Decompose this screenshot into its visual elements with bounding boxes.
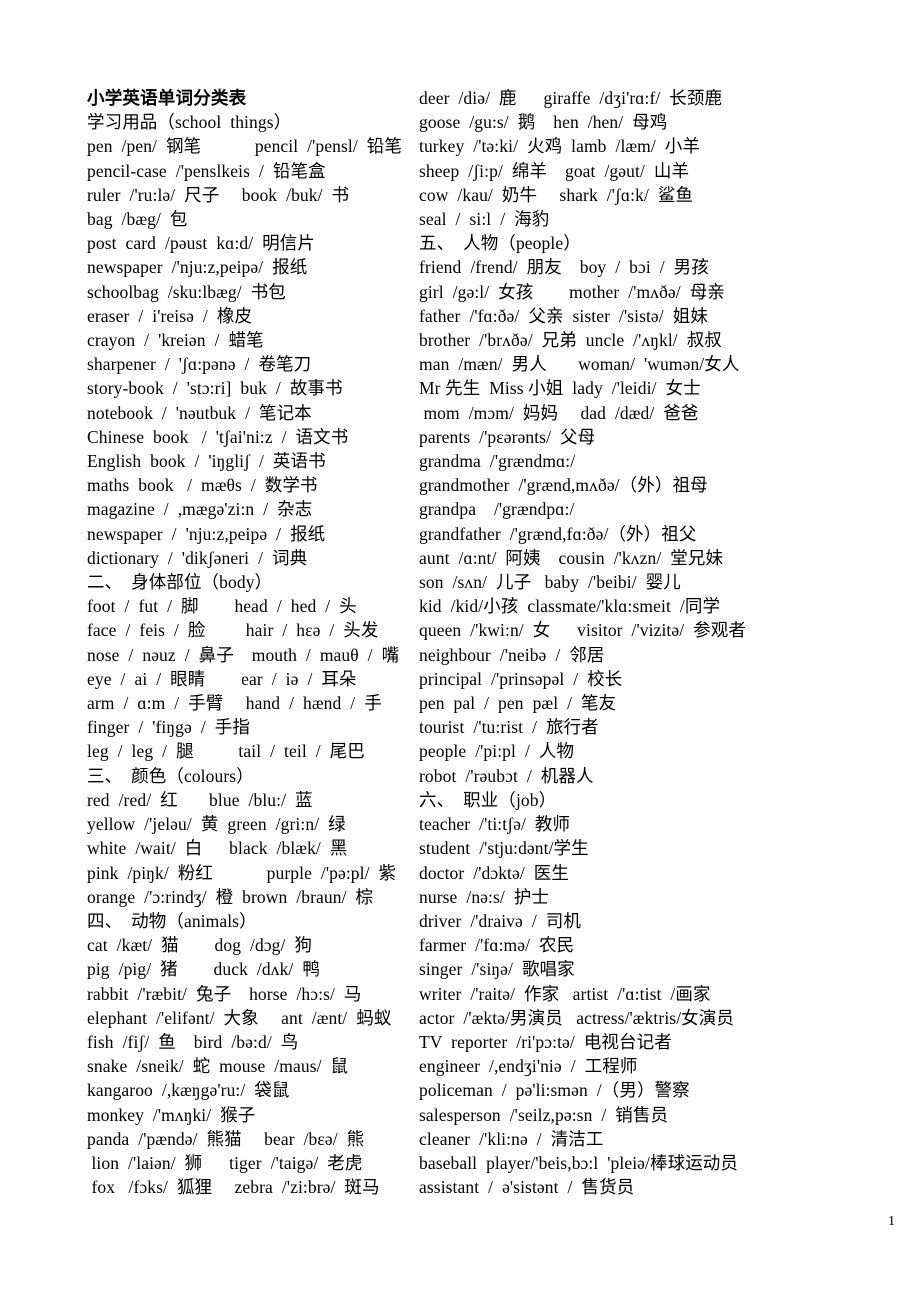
vocab-line: white /wait/ 白 black /blæk/ 黑 <box>87 838 348 859</box>
vocab-line: eraser / i'reisə / 橡皮 <box>87 305 253 326</box>
vocab-line: people /'pi:pl / 人物 <box>419 741 575 762</box>
vocab-line: elephant /'elifənt/ 大象 ant /ænt/ 蚂蚁 <box>87 1007 392 1028</box>
vocab-line: student /'stju:dənt/学生 <box>419 838 589 859</box>
vocab-line: dictionary / 'dikʃəneri / 词典 <box>87 547 308 568</box>
vocab-line: panda /'pændə/ 熊猫 bear /bɛə/ 熊 <box>87 1128 365 1149</box>
vocab-line: rabbit /'ræbit/ 兔子 horse /hɔ:s/ 马 <box>87 983 362 1004</box>
vocab-line: crayon / 'kreiən / 蜡笔 <box>87 330 264 351</box>
vocab-line: nose / nəuz / 鼻子 mouth / mauθ / 嘴 <box>87 644 400 665</box>
section-heading-people: 五、 人物（people） <box>419 233 581 254</box>
right-column: deer /diə/ 鹿 giraffe /dʒi'rɑ:f/ 长颈鹿 goos… <box>410 86 920 1199</box>
vocab-line: grandma /'grændmɑ:/ <box>419 451 576 472</box>
vocab-line: policeman / pə'li:smən /（男）警察 <box>419 1080 690 1101</box>
vocab-line: newspaper / 'nju:z,peipə / 报纸 <box>87 523 326 544</box>
vocab-line: bag /bæg/ 包 <box>87 209 188 230</box>
vocab-line: kid /kid/小孩 classmate/'klɑ:smeit /同学 <box>419 596 721 617</box>
vocab-line: parents /'pɛərənts/ 父母 <box>419 426 596 447</box>
vocab-line: pink /piŋk/ 粉红 purple /'pə:pl/ 紫 <box>87 862 397 883</box>
vocab-line: story-book / 'stɔ:ri] buk / 故事书 <box>87 378 343 399</box>
vocab-line: writer /'raitə/ 作家 artist /'ɑ:tist /画家 <box>419 983 711 1004</box>
section-heading-colours: 三、 颜色（colours） <box>87 765 254 786</box>
vocab-line: principal /'prinsəpəl / 校长 <box>419 668 623 689</box>
page-title: 小学英语单词分类表 <box>87 88 247 108</box>
vocab-line: turkey /'tə:ki/ 火鸡 lamb /læm/ 小羊 <box>419 136 700 157</box>
vocab-line: goose /gu:s/ 鹅 hen /hen/ 母鸡 <box>419 112 668 133</box>
document-body: 小学英语单词分类表 学习用品（school things） pen /pen/ … <box>0 86 920 1199</box>
vocab-line: Mr 先生 Miss 小姐 lady /'leidi/ 女士 <box>419 378 701 399</box>
vocab-line: face / feis / 脸 hair / hɛə / 头发 <box>87 620 379 641</box>
vocab-line: engineer /,endʒi'niə / 工程师 <box>419 1056 638 1077</box>
vocab-line: cow /kau/ 奶牛 shark /'ʃɑ:k/ 鲨鱼 <box>419 184 694 205</box>
vocab-line: grandpa /'grændpɑ:/ <box>419 499 575 520</box>
vocab-line: arm / ɑ:m / 手臂 hand / hænd / 手 <box>87 693 382 714</box>
left-column: 小学英语单词分类表 学习用品（school things） pen /pen/ … <box>0 86 410 1199</box>
vocab-line: assistant / ə'sistənt / 售货员 <box>419 1177 635 1198</box>
vocab-line: singer /'siŋə/ 歌唱家 <box>419 959 575 980</box>
vocab-line: friend /frend/ 朋友 boy / bɔi / 男孩 <box>419 257 709 278</box>
vocab-line: kangaroo /,kæŋgə'ru:/ 袋鼠 <box>87 1080 290 1101</box>
vocab-line: English book / 'iŋgliʃ / 英语书 <box>87 451 326 472</box>
vocab-line: pencil-case /'penslkeis / 铅笔盒 <box>87 160 326 181</box>
vocab-line: eye / ai / 眼睛 ear / iə / 耳朵 <box>87 668 357 689</box>
vocab-line: teacher /'ti:tʃə/ 教师 <box>419 814 571 835</box>
vocab-line: post card /pəust kɑ:d/ 明信片 <box>87 233 315 254</box>
vocab-line: snake /sneik/ 蛇 mouse /maus/ 鼠 <box>87 1056 349 1077</box>
vocab-line: sheep /ʃi:p/ 绵羊 goat /gəut/ 山羊 <box>419 160 690 181</box>
vocab-line: mom /mɔm/ 妈妈 dad /dæd/ 爸爸 <box>419 402 699 423</box>
vocab-line: pen /pen/ 钢笔 pencil /'pensl/ 铅笔 <box>87 136 402 157</box>
vocab-line: red /red/ 红 blue /blu:/ 蓝 <box>87 789 313 810</box>
section-heading-body: 二、 身体部位（body） <box>87 572 273 593</box>
vocab-line: cat /kæt/ 猫 dog /dɔg/ 狗 <box>87 935 313 956</box>
vocab-line: doctor /'dɔktə/ 医生 <box>419 862 569 883</box>
vocab-line: tourist /'tu:rist / 旅行者 <box>419 717 599 738</box>
vocab-line: grandmother /'grænd,mʌðə/（外）祖母 <box>419 475 708 496</box>
section-heading-job: 六、 职业（job） <box>419 789 557 810</box>
vocab-line: deer /diə/ 鹿 giraffe /dʒi'rɑ:f/ 长颈鹿 <box>419 88 723 108</box>
vocab-line: grandfather /'grænd,fɑ:ðə/（外）祖父 <box>419 523 697 544</box>
vocab-line: yellow /'jeləu/ 黄 green /gri:n/ 绿 <box>87 814 346 835</box>
vocab-line: leg / leg / 腿 tail / teil / 尾巴 <box>87 741 365 762</box>
vocab-line: son /sʌn/ 儿子 baby /'beibi/ 婴儿 <box>419 572 681 593</box>
vocab-line: finger / 'fiŋgə / 手指 <box>87 717 250 738</box>
section-heading-animals: 四、 动物（animals） <box>87 910 257 931</box>
vocab-line: actor /'æktə/男演员 actress/'æktris/女演员 <box>419 1007 734 1028</box>
page-number: 1 <box>888 1214 895 1229</box>
vocab-line: nurse /nə:s/ 护士 <box>419 886 550 907</box>
vocab-line: 学习用品（school things） <box>87 112 292 133</box>
vocab-line: aunt /ɑ:nt/ 阿姨 cousin /'kʌzn/ 堂兄妹 <box>419 547 724 568</box>
vocab-line: pen pal / pen pæl / 笔友 <box>419 693 617 714</box>
vocab-line: fox /fɔks/ 狐狸 zebra /'zi:brə/ 斑马 <box>87 1177 380 1198</box>
vocab-line: TV reporter /ri'pɔ:tə/ 电视台记者 <box>419 1031 672 1052</box>
vocab-line: man /mæn/ 男人 woman/ 'wumən/女人 <box>419 354 740 375</box>
vocab-line: magazine / ,mægə'zi:n / 杂志 <box>87 499 313 520</box>
vocab-line: neighbour /'neibə / 邻居 <box>419 644 605 665</box>
vocab-line: fish /fiʃ/ 鱼 bird /bə:d/ 鸟 <box>87 1031 299 1052</box>
vocab-line: Chinese book / 'tʃai'ni:z / 语文书 <box>87 426 349 447</box>
vocab-line: pig /pig/ 猪 duck /dʌk/ 鸭 <box>87 959 320 980</box>
vocab-line: orange /'ɔ:rindʒ/ 橙 brown /braun/ 棕 <box>87 886 374 907</box>
vocab-line: salesperson /'seilz,pə:sn / 销售员 <box>419 1104 669 1125</box>
vocab-line: newspaper /'nju:z,peipə/ 报纸 <box>87 257 308 278</box>
vocab-line: girl /gə:l/ 女孩 mother /'mʌðə/ 母亲 <box>419 281 725 302</box>
vocab-line: schoolbag /sku:lbæg/ 书包 <box>87 281 286 302</box>
vocab-line: brother /'brʌðə/ 兄弟 uncle /'ʌŋkl/ 叔叔 <box>419 330 722 351</box>
vocab-line: driver /'draivə / 司机 <box>419 910 581 931</box>
vocab-line: monkey /'mʌŋki/ 猴子 <box>87 1104 256 1125</box>
vocab-line: lion /'laiən/ 狮 tiger /'taigə/ 老虎 <box>87 1152 363 1173</box>
vocab-line: cleaner /'kli:nə / 清洁工 <box>419 1128 604 1149</box>
vocab-line: sharpener / 'ʃɑ:pənə / 卷笔刀 <box>87 354 312 375</box>
vocab-line: farmer /'fɑ:mə/ 农民 <box>419 935 575 956</box>
vocab-line: seal / si:l / 海豹 <box>419 209 550 230</box>
vocab-line: father /'fɑ:ðə/ 父亲 sister /'sistə/ 姐妹 <box>419 305 708 326</box>
vocab-line: baseball player/'beis,bɔ:l 'pleiə/棒球运动员 <box>419 1152 739 1173</box>
vocab-line: robot /'rəubɔt / 机器人 <box>419 765 594 786</box>
vocab-line: notebook / 'nəutbuk / 笔记本 <box>87 402 312 423</box>
vocab-line: ruler /'ru:lə/ 尺子 book /buk/ 书 <box>87 184 350 205</box>
vocab-line: foot / fut / 脚 head / hed / 头 <box>87 596 357 617</box>
vocab-line: queen /'kwi:n/ 女 visitor /'vizitə/ 参观者 <box>419 620 746 641</box>
vocab-line: maths book / mæθs / 数学书 <box>87 475 318 496</box>
document-page: 小学英语单词分类表 学习用品（school things） pen /pen/ … <box>0 0 920 1302</box>
